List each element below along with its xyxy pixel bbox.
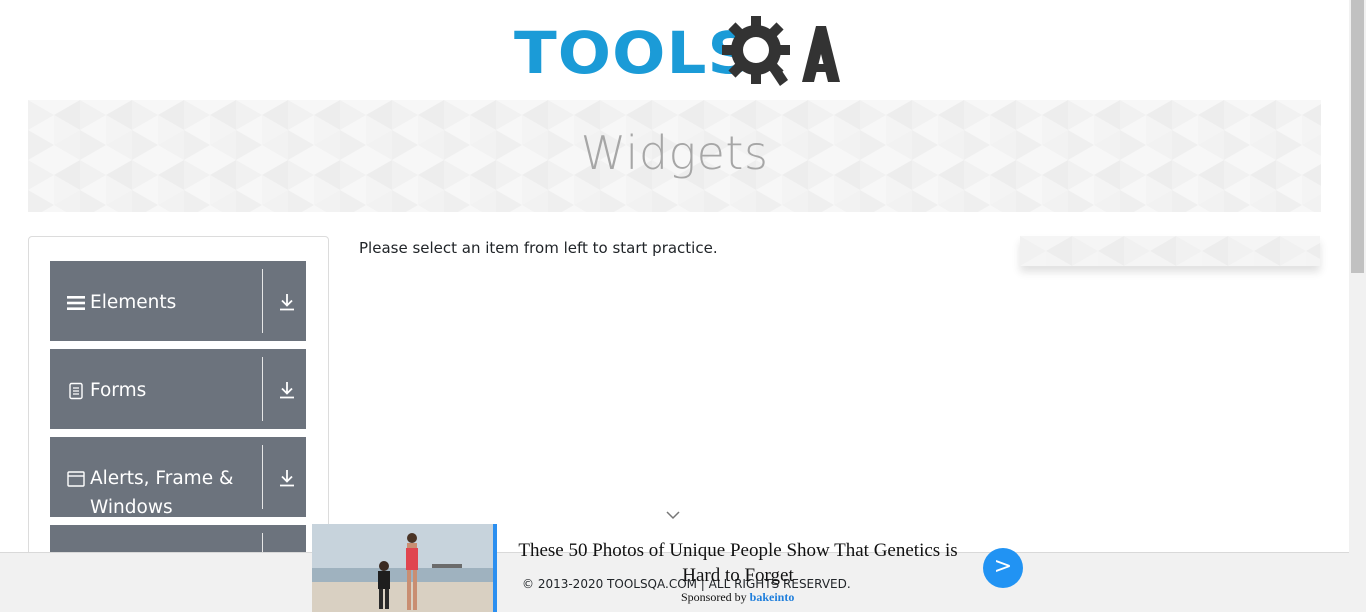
- gear-magnifier-icon: QA: [722, 16, 840, 86]
- sticky-ad[interactable]: These 50 Photos of Unique People Show Th…: [312, 524, 1032, 612]
- nav-group-forms[interactable]: Forms: [50, 349, 306, 429]
- window-icon: [67, 471, 85, 487]
- nav-group-alerts-frame-windows[interactable]: Alerts, Frame & Windows: [50, 437, 306, 518]
- download-arrow-icon[interactable]: [278, 381, 296, 399]
- toolsqa-logo[interactable]: TOOLS QA: [514, 14, 840, 92]
- download-arrow-icon[interactable]: [278, 293, 296, 311]
- divider: [262, 445, 263, 509]
- nav-group-label: Alerts, Frame & Windows: [90, 468, 234, 518]
- ad-sponsor-name[interactable]: bakeinto: [750, 590, 795, 604]
- page-title: Widgets: [580, 126, 769, 180]
- nav-group-label: Forms: [90, 380, 147, 401]
- ad-sponsor-prefix: Sponsored by: [681, 590, 747, 604]
- chevron-down-icon[interactable]: [665, 509, 681, 521]
- document-icon: [69, 382, 83, 400]
- practice-message: Please select an item from left to start…: [359, 239, 718, 257]
- download-arrow-icon[interactable]: [278, 469, 296, 487]
- vertical-scrollbar[interactable]: [1349, 0, 1366, 612]
- scrollbar-thumb[interactable]: [1351, 0, 1364, 273]
- nav-group-label: Elements: [90, 292, 177, 313]
- ad-headline[interactable]: These 50 Photos of Unique People Show Th…: [508, 538, 968, 588]
- ad-next-button[interactable]: >: [983, 548, 1023, 588]
- nav-group-elements[interactable]: Elements: [50, 261, 306, 341]
- divider: [262, 357, 263, 421]
- ad-image[interactable]: [312, 524, 493, 612]
- hamburger-icon: [67, 296, 85, 310]
- page-banner: Widgets: [28, 100, 1321, 212]
- divider: [262, 269, 263, 333]
- logo-text: TOOLS: [514, 19, 754, 87]
- ad-sponsor[interactable]: Sponsored by bakeinto: [681, 590, 794, 605]
- right-ad-slot[interactable]: [1020, 236, 1320, 266]
- ad-slot-pattern: [1020, 236, 1320, 266]
- ad-accent-bar: [493, 524, 497, 612]
